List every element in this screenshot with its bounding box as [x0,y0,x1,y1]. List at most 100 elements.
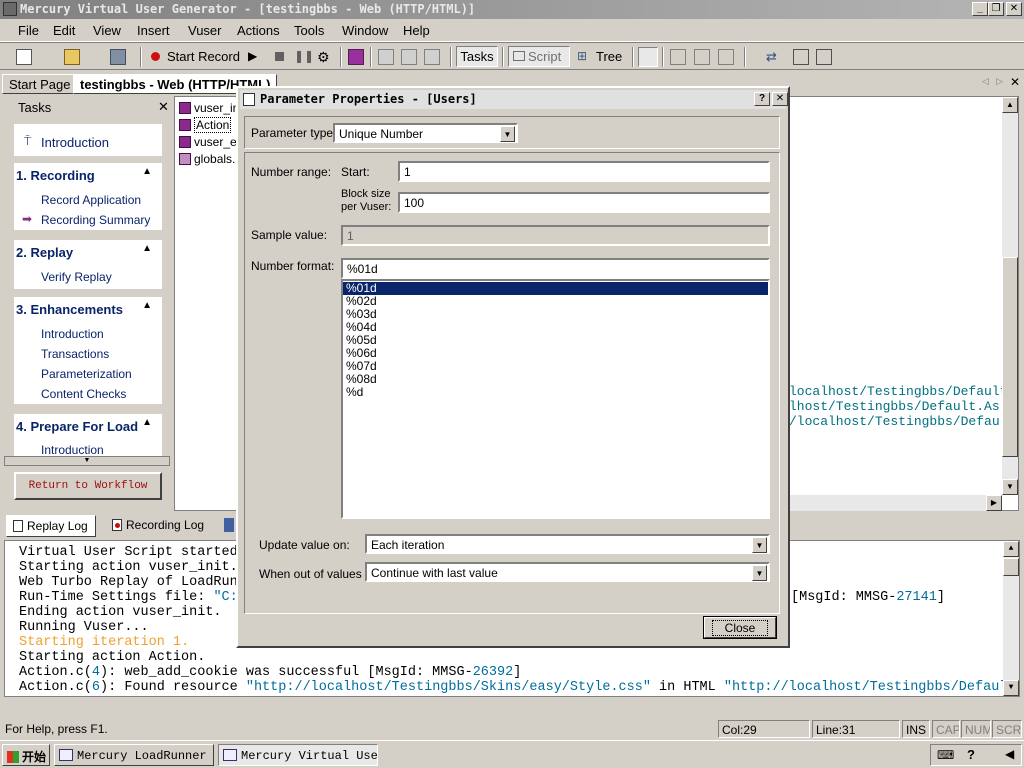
task-verify-replay[interactable]: Verify Replay [41,270,112,284]
task-enh-introduction[interactable]: Introduction [41,327,104,341]
task-transactions[interactable]: Transactions [41,347,109,361]
keyboard-icon[interactable]: ⌨ [937,748,954,762]
volume-icon[interactable]: ◀ [1005,747,1014,761]
format-option[interactable]: %d [343,386,768,399]
pause-icon[interactable]: ❚❚ [294,49,314,65]
menu-insert[interactable]: Insert [137,23,170,38]
minimize-icon[interactable]: _ [972,2,988,16]
section-enhancements[interactable]: 3. Enhancements ▲ [14,297,162,322]
scroll-right-icon[interactable]: ▶ [986,495,1002,511]
section-replay[interactable]: 2. Replay ▲ [14,240,162,265]
tab-start-page[interactable]: Start Page [2,74,78,94]
update-value-select[interactable]: Each iteration ▼ [365,534,770,554]
task-introduction[interactable]: Introduction [41,135,109,150]
restore-icon[interactable]: ❐ [988,2,1004,16]
refresh-icon[interactable]: ⇄ [766,49,782,65]
correlate-icon[interactable] [424,49,440,65]
layout-icon-2[interactable] [694,49,710,65]
tree-action[interactable]: Action [179,117,232,133]
tree-view-button[interactable]: Tree [596,49,622,64]
log-scroll-down-icon[interactable]: ▼ [1003,680,1019,696]
settings-icon[interactable]: ⚙ [317,49,333,65]
log-vscrollbar[interactable]: ▲ ▼ [1003,541,1019,696]
block-size-input[interactable]: 100 [398,192,770,213]
new-file-icon[interactable] [16,49,32,65]
tree-view-icon[interactable]: ⊞ [577,49,593,65]
scroll-thumb[interactable] [1002,257,1018,457]
format-option[interactable]: %01d [343,282,768,295]
task-record-application[interactable]: Record Application [41,193,141,207]
task-recording-summary[interactable]: Recording Summary [41,213,150,227]
taskbar-vugen[interactable]: Mercury Virtual Use... [218,744,378,766]
format-option[interactable]: %08d [343,373,768,386]
menu-help[interactable]: Help [403,23,430,38]
close-icon[interactable]: ✕ [1006,2,1022,16]
menu-actions[interactable]: Actions [237,23,280,38]
collapse-replay-icon[interactable]: ▲ [142,243,152,254]
log-scroll-up-icon[interactable]: ▲ [1003,541,1019,557]
dialog-help-icon[interactable]: ? [754,92,770,106]
collapse-enhancements-icon[interactable]: ▲ [142,300,152,311]
menu-file[interactable]: File [18,23,39,38]
out-of-values-select[interactable]: Continue with last value ▼ [365,562,770,582]
chevron-down-icon[interactable]: ▼ [500,126,515,142]
script-view-button[interactable]: Script [508,46,570,67]
tab-more-icon[interactable] [224,518,234,532]
task-prepare-introduction[interactable]: Introduction [41,443,104,456]
help-tray-icon[interactable]: ? [967,747,975,762]
stop-icon[interactable] [272,49,288,65]
scroll-down-icon[interactable]: ▼ [1002,479,1018,495]
format-option[interactable]: %04d [343,321,768,334]
tasks-view-button[interactable]: Tasks [456,46,498,67]
layout-icon-1[interactable] [670,49,686,65]
record-icon[interactable] [151,52,160,61]
menu-vuser[interactable]: Vuser [188,23,221,38]
number-format-list[interactable]: %01d %02d %03d %04d %05d %06d %07d %08d … [341,279,770,519]
format-option[interactable]: %03d [343,308,768,321]
task-content-checks[interactable]: Content Checks [41,387,126,401]
parameter-icon[interactable] [348,49,364,65]
start-record-button[interactable]: Start Record [167,49,240,64]
save-icon[interactable] [110,49,126,65]
tab-recording-log[interactable]: Recording Log [108,515,218,537]
tab-replay-log[interactable]: Replay Log [6,515,96,537]
log-scroll-thumb[interactable] [1003,558,1019,576]
chevron-down-icon[interactable]: ▼ [752,565,767,581]
compile-icon[interactable] [378,49,394,65]
parameter-type-select[interactable]: Unique Number ▼ [333,123,518,143]
collapse-recording-icon[interactable]: ▲ [142,166,152,177]
tab-scroll-right-icon[interactable]: ▷ [996,76,1003,87]
tab-close-icon[interactable]: ✕ [1010,75,1020,89]
taskbar-loadrunner[interactable]: Mercury LoadRunner 8.1 [54,744,214,766]
grid-icon[interactable] [793,49,809,65]
tasks-close-icon[interactable]: ✕ [158,99,169,115]
script-vscrollbar[interactable]: ▲ ▼ [1002,97,1018,495]
dialog-close-icon[interactable]: ✕ [772,92,788,106]
menu-view[interactable]: View [93,23,121,38]
scroll-up-icon[interactable]: ▲ [1002,97,1018,113]
format-option[interactable]: %07d [343,360,768,373]
start-input[interactable]: 1 [398,161,770,182]
menu-window[interactable]: Window [342,23,388,38]
chevron-down-icon[interactable]: ▼ [752,537,767,553]
task-parameterization[interactable]: Parameterization [41,367,132,381]
compare-icon[interactable] [401,49,417,65]
number-format-input[interactable]: %01d [341,258,770,279]
layout-icon-3[interactable] [718,49,734,65]
script-hscrollbar[interactable]: ▶ [789,495,1002,511]
open-folder-icon[interactable] [64,49,80,65]
tree-globals[interactable]: globals.h [179,152,242,166]
menu-edit[interactable]: Edit [53,23,75,38]
format-option[interactable]: %06d [343,347,768,360]
format-option[interactable]: %05d [343,334,768,347]
tasks-scroll-down-icon[interactable]: ▼ [4,456,170,466]
output-window-button[interactable] [638,47,658,67]
format-option[interactable]: %02d [343,295,768,308]
return-to-workflow-button[interactable]: Return to Workflow [14,472,162,500]
tab-scroll-left-icon[interactable]: ◁ [982,76,989,87]
section-recording[interactable]: 1. Recording ▲ [14,163,162,188]
collapse-prepare-icon[interactable]: ▲ [142,417,152,428]
start-button[interactable]: 开始 [2,744,50,766]
section-prepare-load[interactable]: 4. Prepare For Load ▲ [14,414,162,439]
play-icon[interactable]: ▶ [248,49,264,65]
